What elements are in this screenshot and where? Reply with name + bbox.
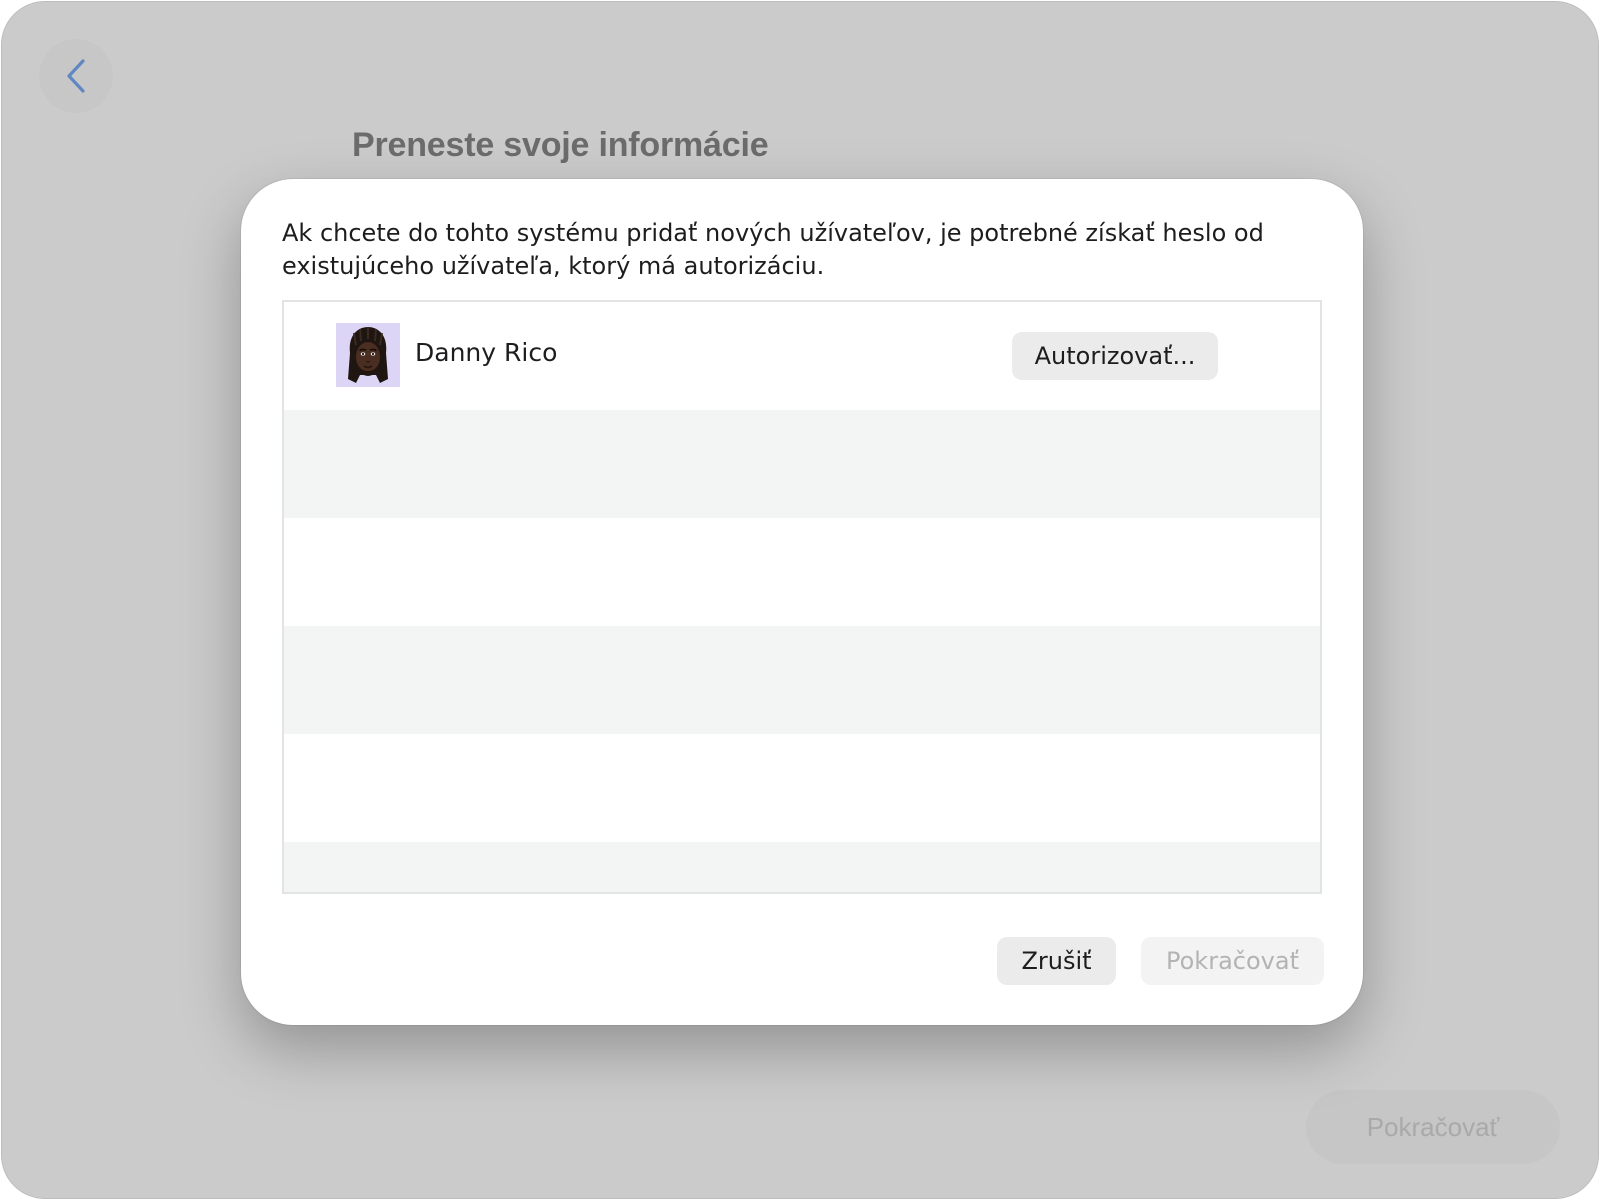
user-name: Danny Rico: [415, 338, 558, 367]
back-button[interactable]: [39, 39, 113, 113]
chevron-left-icon: [67, 59, 85, 93]
authorization-dialog: Ak chcete do tohto systému pridať nových…: [241, 179, 1363, 1025]
page-title: Preneste svoje informácie: [352, 126, 769, 164]
continue-button[interactable]: Pokračovať: [1141, 937, 1324, 985]
avatar: [336, 323, 400, 387]
dialog-message: Ak chcete do tohto systému pridať nových…: [282, 219, 1264, 280]
memoji-avatar-icon: [336, 323, 400, 387]
setup-assistant-window: Preneste svoje informácie Pokračovať Ak …: [1, 1, 1599, 1199]
background-continue-button[interactable]: Pokračovať: [1306, 1090, 1560, 1164]
list-item: [284, 410, 1320, 518]
list-item: [284, 626, 1320, 734]
authorize-button[interactable]: Autorizovať...: [1012, 332, 1218, 380]
list-item: Danny Rico Autorizovať...: [284, 302, 1320, 410]
list-item: [284, 734, 1320, 842]
user-list: Danny Rico Autorizovať...: [282, 300, 1322, 894]
list-item: [284, 842, 1320, 892]
list-item: [284, 518, 1320, 626]
cancel-button[interactable]: Zrušiť: [997, 937, 1116, 985]
